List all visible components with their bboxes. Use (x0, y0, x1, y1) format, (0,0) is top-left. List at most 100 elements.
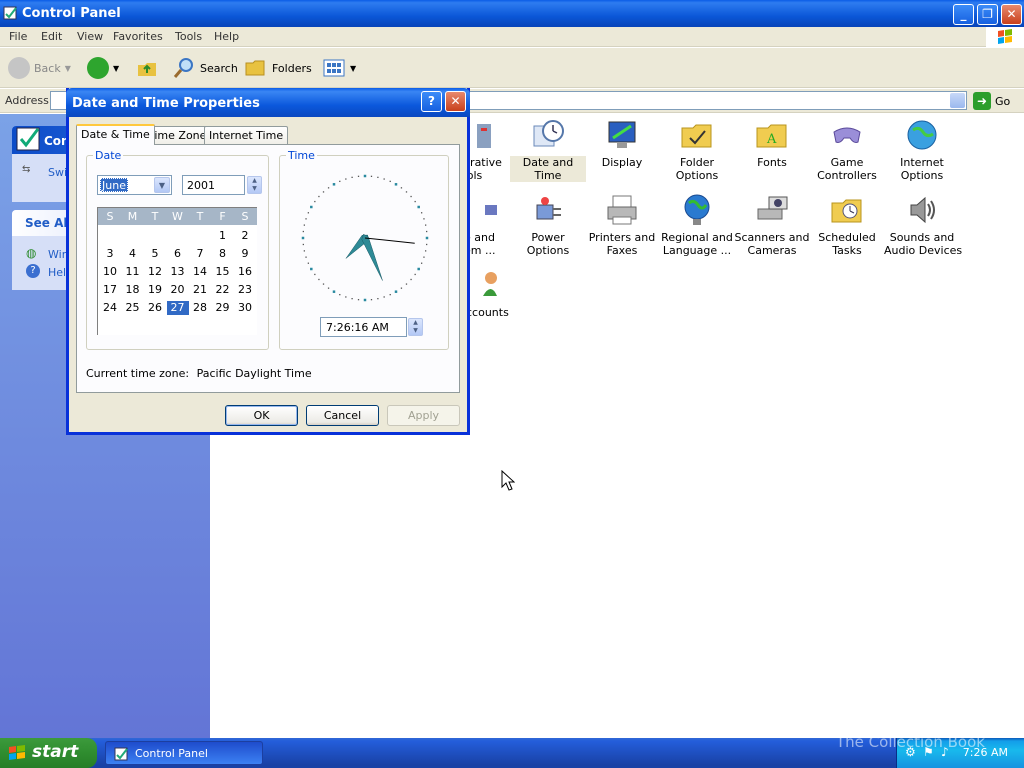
calendar-day[interactable]: 1 (212, 229, 234, 243)
dialog-close-button[interactable]: ✕ (445, 91, 466, 112)
calendar-day-selected[interactable]: 27 (166, 301, 189, 315)
spin-down-icon[interactable]: ▼ (409, 327, 422, 335)
calendar-day[interactable]: 22 (212, 283, 234, 297)
forward-button[interactable]: ▼ (87, 56, 119, 80)
clock-minute-mark (302, 230, 304, 233)
item-folder-options[interactable]: Folder Options (659, 118, 735, 182)
item-printers-and-faxes[interactable]: Printers and Faxes (584, 193, 660, 257)
item-sounds-and-audio[interactable]: Sounds and Audio Devices (884, 193, 962, 257)
calendar-day[interactable]: 17 (99, 283, 121, 297)
dialog-help-button[interactable]: ? (421, 91, 442, 112)
calendar-day[interactable]: 25 (122, 301, 144, 315)
folder-options-icon (680, 118, 714, 152)
calendar-day[interactable]: 4 (122, 247, 144, 261)
calendar[interactable]: SMTWTFS 1 2 3 4 5 6 7 8 9 10 11 12 13 14 15 16 17 18 19 20 2… (97, 207, 257, 335)
calendar-day[interactable]: 2 (234, 229, 256, 243)
calendar-day[interactable]: 7 (189, 247, 211, 261)
month-select[interactable]: June ▼ (97, 175, 172, 195)
go-label: Go (995, 94, 1011, 108)
calendar-day[interactable]: 21 (189, 283, 211, 297)
calendar-day[interactable]: 16 (234, 265, 256, 279)
up-folder-button[interactable] (136, 56, 158, 80)
calendar-day[interactable]: 8 (212, 247, 234, 261)
clock-hour-mark (363, 298, 367, 302)
tab-date-time[interactable]: Date & Time (76, 124, 155, 145)
display-icon (605, 118, 639, 152)
address-dropdown-button[interactable] (950, 93, 965, 108)
dialog-titlebar: Date and Time Properties ? ✕ (66, 88, 470, 117)
calendar-day[interactable]: 6 (167, 247, 189, 261)
current-timezone: Current time zone: Pacific Daylight Time (86, 367, 312, 380)
time-spinner[interactable]: ▲ ▼ (408, 318, 423, 336)
control-panel-icon (16, 127, 40, 151)
cancel-button[interactable]: Cancel (306, 405, 379, 426)
calendar-day[interactable]: 3 (99, 247, 121, 261)
spin-up-icon[interactable]: ▲ (248, 177, 261, 185)
item-fonts[interactable]: A Fonts (734, 118, 810, 169)
calendar-day[interactable]: 15 (212, 265, 234, 279)
clock-minute-mark (339, 293, 341, 296)
windows-flag-icon (9, 745, 25, 760)
views-button[interactable]: ▼ (322, 56, 356, 80)
menu-file[interactable]: File (9, 30, 27, 43)
minimize-button[interactable]: _ (953, 4, 974, 25)
calendar-day[interactable]: 28 (189, 301, 211, 315)
calendar-day[interactable]: 13 (167, 265, 189, 279)
calendar-day[interactable]: 20 (167, 283, 189, 297)
clock-minute-mark (414, 200, 416, 203)
tab-internet-time[interactable]: Internet Time (204, 126, 289, 144)
calendar-day[interactable]: 18 (122, 283, 144, 297)
calendar-day[interactable]: 30 (234, 301, 256, 315)
restore-button[interactable]: ❐ (977, 4, 998, 25)
spin-up-icon[interactable]: ▲ (409, 319, 422, 327)
calendar-day[interactable]: 10 (99, 265, 121, 279)
clock-minute-mark (345, 296, 347, 298)
year-input[interactable]: 2001 (182, 175, 245, 195)
calendar-day[interactable]: 14 (189, 265, 211, 279)
item-power-options[interactable]: Power Options (510, 193, 586, 257)
calendar-day[interactable]: 5 (144, 247, 166, 261)
start-button[interactable]: start (0, 738, 97, 768)
menu-favorites[interactable]: Favorites (113, 30, 163, 43)
apply-button[interactable]: Apply (387, 405, 460, 426)
calendar-day[interactable]: 26 (144, 301, 166, 315)
item-scanners-and-cameras[interactable]: Scanners and Cameras (734, 193, 810, 257)
taskbar-control-panel[interactable]: Control Panel (105, 741, 263, 765)
calendar-day[interactable]: 24 (99, 301, 121, 315)
calendar-day[interactable]: 19 (144, 283, 166, 297)
calendar-day[interactable]: 12 (144, 265, 166, 279)
calendar-day[interactable]: 29 (212, 301, 234, 315)
calendar-day[interactable]: 23 (234, 283, 256, 297)
item-scheduled-tasks[interactable]: Scheduled Tasks (809, 193, 885, 257)
ok-button[interactable]: OK (225, 405, 298, 426)
back-button[interactable]: Back ▼ (8, 56, 71, 80)
clock-second-hand (364, 237, 415, 244)
item-date-and-time[interactable]: Date and Time (510, 118, 586, 182)
clock-minute-mark (420, 212, 423, 214)
item-regional-and-language[interactable]: Regional and Language ... (659, 193, 735, 257)
folders-button[interactable]: Folders (244, 56, 312, 80)
menu-tools[interactable]: Tools (175, 30, 202, 43)
search-button[interactable]: Search (172, 56, 238, 80)
item-display[interactable]: Display (584, 118, 660, 169)
menu-view[interactable]: View (77, 30, 103, 43)
weekday-header: W (172, 210, 183, 223)
switch-view-link[interactable]: Swi (48, 166, 67, 179)
calendar-day[interactable]: 9 (234, 247, 256, 261)
item-internet-options[interactable]: Internet Options (884, 118, 960, 182)
menu-edit[interactable]: Edit (41, 30, 62, 43)
menu-help[interactable]: Help (214, 30, 239, 43)
year-spinner[interactable]: ▲ ▼ (247, 176, 262, 194)
clock-hour-mark (394, 290, 398, 293)
date-group-label: Date (93, 149, 124, 162)
item-label: Game Controllers (817, 156, 877, 182)
item-game-controllers[interactable]: Game Controllers (809, 118, 885, 182)
spin-down-icon[interactable]: ▼ (248, 185, 261, 193)
time-input[interactable]: 7:26:16 AM (320, 317, 407, 337)
calendar-day[interactable]: 11 (122, 265, 144, 279)
weekday-header: S (241, 210, 249, 223)
chevron-down-icon[interactable]: ▼ (154, 177, 170, 193)
go-button[interactable]: ➜ Go (973, 92, 1010, 110)
chevron-down-icon: ▼ (64, 63, 71, 73)
close-button[interactable]: ✕ (1001, 4, 1022, 25)
